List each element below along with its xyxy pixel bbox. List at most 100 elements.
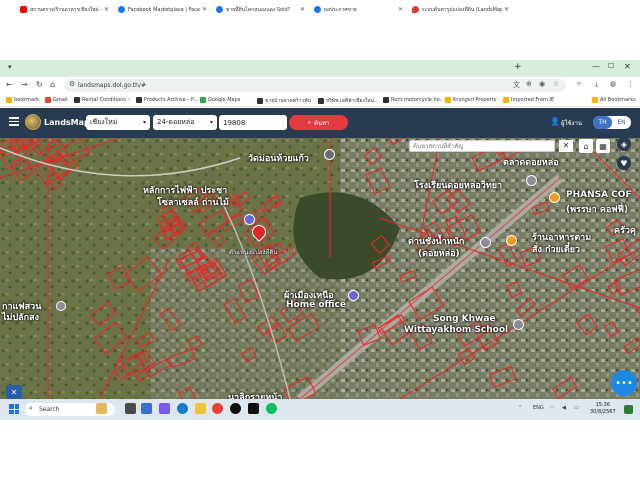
map-label-curry[interactable]: ครัวคุ [614,223,636,237]
layers-icon[interactable]: ◈ [617,137,631,151]
eye-off-icon[interactable]: ◉ [539,80,545,88]
map-label-cafe-2[interactable]: (พรรษา คอฟฟี่) [566,202,628,216]
tab-search-icon[interactable]: ▾ [8,63,12,71]
x-app-icon[interactable] [230,403,241,414]
bookmark-item[interactable]: Krungsri Property [445,97,497,103]
search-button[interactable]: ⌕ ค้นหา [289,115,348,130]
poi-marker-icon[interactable] [244,214,255,225]
back-icon[interactable]: ← [6,80,13,89]
new-tab-button[interactable]: + [514,62,522,72]
task-view-icon[interactable] [125,403,136,414]
home-icon[interactable]: ⌂ [50,80,55,89]
home-icon[interactable]: ⌂ [579,139,593,153]
bookmark-star-icon[interactable]: ☆ [553,80,559,88]
shop-icon[interactable] [348,290,359,301]
minimize-icon[interactable]: — [592,62,600,71]
tiktok-icon[interactable] [248,403,259,414]
cafe-icon[interactable] [549,192,560,203]
map-label-station-2[interactable]: (ดอยหล่อ) [418,246,460,260]
map-label-school-th[interactable]: โรงเรียนดอยหล่อวิทยา [414,178,502,192]
bookmark-item[interactable]: Gmail [45,97,68,103]
lang-en[interactable]: EN [612,116,631,129]
school-icon[interactable] [513,319,524,330]
map-label-pea-2[interactable]: โซลาเซลล์ ถ่านไม้ [157,195,229,209]
forward-icon[interactable]: → [21,80,28,89]
school-icon[interactable] [526,175,537,186]
bookmark-item[interactable]: Rental Conditions – [74,97,130,103]
translate-icon[interactable]: 文 [513,80,520,90]
close-icon[interactable]: ✕ [398,6,403,13]
district-select[interactable]: 24-ดอยหล่อ ▾ [153,115,217,130]
menu-dots-icon[interactable]: ⋮ [627,80,634,88]
teams-icon[interactable] [159,403,170,414]
bookmark-item[interactable]: Products Archive - P... [136,97,198,103]
grid-icon[interactable]: ▦ [596,139,610,153]
browser-tab-facebook-3[interactable]: ผลประกาศขาย ✕ [310,2,406,17]
browser-tab-landsmaps[interactable]: ระบบค้นหารูปแปลงที่ดิน (LandsMaps) ✕ [408,2,512,17]
user-name[interactable]: ผู้ใช้งาน [561,118,582,128]
zoom-icon[interactable]: ⊕ [526,80,532,88]
extensions-icon[interactable]: ✧ [576,80,582,88]
browser-tab-facebook-2[interactable]: ขายที่ดินโคกหนองแดง Sold? ✕ [212,2,308,17]
bookmark-item[interactable]: bookmark [6,97,39,103]
widgets-icon[interactable] [141,403,152,414]
windows-start-icon[interactable] [9,404,19,414]
close-icon[interactable]: ✕ [559,140,573,152]
map-label-garden-2[interactable]: ไม่ปลักสง [2,310,39,324]
taskbar-clock[interactable]: 15:36 30/8/2567 [590,402,616,416]
close-icon[interactable]: ✕ [504,6,509,13]
temple-icon[interactable] [324,149,335,160]
parcel-number-input[interactable] [219,115,287,130]
restaurant-icon[interactable] [506,235,517,246]
edge-icon[interactable] [177,403,188,414]
favorite-icon[interactable]: ♥ [617,156,631,170]
browser-tab-facebook[interactable]: Facebook Marketplace | Facebook ✕ [114,2,210,17]
tools-icon[interactable]: ✕ [6,385,22,399]
wifi-icon[interactable]: ◠ [550,405,554,411]
bookmark-item[interactable]: บริษัท เอพีฟ่าเชียงใหม่.. [318,97,377,105]
map-canvas[interactable]: วัดม่อนห้วยแก้ว โรงเรียนดอยหล่อวิทยา ตลา… [0,138,640,399]
chevron-up-icon[interactable]: ⌃ [518,405,522,411]
browser-tab-youtube[interactable]: สถานตรวจ/ร้านอาหารเชียงใหม่ - YouTube ✕ [16,2,112,17]
reload-icon[interactable]: ↻ [36,80,43,89]
chat-button[interactable]: ••• [611,370,637,396]
user-icon[interactable]: 👤 [550,117,560,126]
weather-icon[interactable] [96,403,107,414]
station-icon[interactable] [480,237,491,248]
address-bar[interactable]: landsmaps.dol.go.th/# [64,79,566,92]
bookmark-item[interactable]: All Bookmarks [592,97,636,103]
bookmark-item[interactable]: Rent motorcycle ho.. [383,97,443,103]
map-label-office-2[interactable]: Home office [286,300,346,310]
profile-icon[interactable]: ◍ [610,80,616,88]
site-info-icon[interactable]: ⚙ [69,80,75,88]
close-icon[interactable]: ✕ [202,6,207,13]
map-label-temple[interactable]: วัดม่อนห้วยแก้ว [248,151,309,165]
province-select[interactable]: เชียงใหม่ ▾ [86,115,150,130]
bookmark-item[interactable]: Imported From IE [503,97,554,103]
close-icon[interactable]: ✕ [104,6,109,13]
download-icon[interactable]: ⤓ [595,80,598,89]
bookmark-item[interactable]: ขายบ้านลาดพร้าวพัน [257,97,311,105]
input-language[interactable]: ENG [533,405,544,411]
chrome-icon[interactable] [212,403,223,414]
place-icon[interactable] [56,301,66,311]
bookmark-item[interactable]: Google Maps [200,97,240,103]
map-label-restaurant-2[interactable]: สั่ง ก๋วยเตี๋ยว [532,242,580,256]
volume-icon[interactable]: ◀ [562,405,566,411]
window-close-icon[interactable]: ✕ [624,62,631,71]
map-label-market[interactable]: ตลาดดอยหล่อ [503,155,559,169]
lang-th[interactable]: TH [593,116,612,129]
map-label-school-en[interactable]: Song Khwae [433,314,496,324]
map-label-school-en-2[interactable]: Wittayakhom School [404,325,508,335]
satellite-map[interactable] [0,138,640,399]
maximize-icon[interactable]: ☐ [608,62,614,70]
close-icon[interactable]: ✕ [300,6,305,13]
place-search-input[interactable] [409,140,555,152]
notification-icon[interactable] [624,405,633,414]
line-icon[interactable] [266,403,277,414]
file-explorer-icon[interactable] [195,403,206,414]
language-toggle[interactable]: TH EN [593,116,631,129]
battery-icon[interactable]: ▭ [574,405,579,411]
map-label-bottom[interactable]: นาลิกรายหน้า [228,390,282,399]
hamburger-menu-icon[interactable] [9,117,19,126]
